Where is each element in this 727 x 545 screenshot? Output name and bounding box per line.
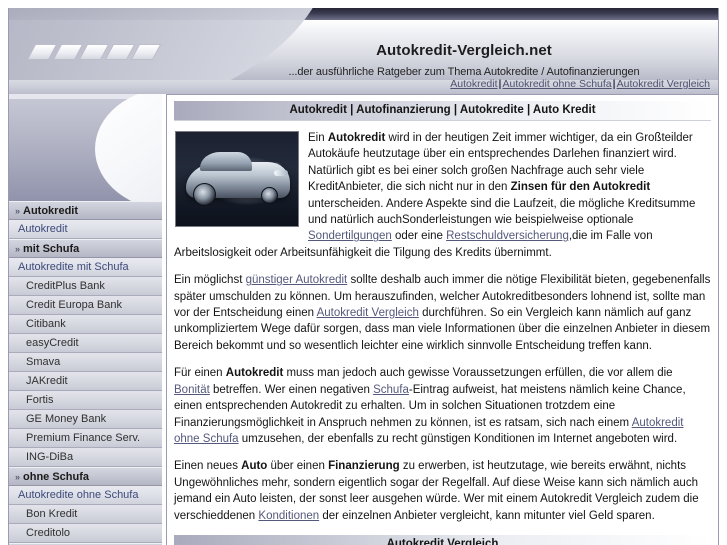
car-cabin-shape: [200, 152, 252, 171]
link-guenstiger-autokredit[interactable]: günstiger Autokredit: [246, 274, 348, 286]
p3-t5: umzusehen, der ebenfalls zu recht günsti…: [238, 432, 678, 445]
sidebar-item-premium-finance-serv[interactable]: Premium Finance Serv.: [9, 429, 162, 448]
page-title: Autokredit | Autofinanzierung | Autokred…: [174, 101, 711, 121]
chevron-right-icon: »: [15, 472, 21, 482]
header-stripes-decoration: [26, 44, 191, 60]
car-photo: [175, 131, 299, 227]
link-sondertilgungen[interactable]: Sondertilgungen: [308, 230, 392, 242]
intro-section: Ein Autokredit wird in der heutigen Zeit…: [174, 130, 711, 261]
car-headlight: [274, 170, 288, 176]
sidebar-group-label: Autokredit: [23, 205, 79, 217]
site-tagline: ...der ausführliche Ratgeber zum Thema A…: [288, 66, 640, 78]
sidebar-item-bon-kredit[interactable]: Bon Kredit: [9, 505, 162, 524]
header-nav-links: Autokredit|Autokredit ohne Schufa|Autokr…: [450, 78, 710, 90]
sidebar-item-jakredit[interactable]: JAKredit: [9, 372, 162, 391]
content-clearer: [174, 261, 711, 272]
header-banner: Autokredit-Vergleich.net ...der ausführl…: [9, 8, 718, 94]
sidebar-item-autokredite-ohne-schufa[interactable]: Autokredite ohne Schufa: [9, 486, 162, 505]
p4-t2: über einen: [267, 460, 329, 473]
p3-t1: Für einen: [174, 367, 226, 380]
link-konditionen[interactable]: Konditionen: [258, 510, 319, 522]
sidebar-item-ing-diba[interactable]: ING-DiBa: [9, 448, 162, 467]
link-schufa[interactable]: Schufa: [373, 384, 409, 396]
p4-b2: Finanzierung: [328, 460, 400, 473]
p1-t3: unterscheiden. Andere Aspekte sind die L…: [308, 197, 696, 227]
car-rear-wheel: [261, 187, 278, 204]
p1-t1: Ein: [308, 132, 328, 144]
sidebar-item-autokredite-mit-schufa[interactable]: Autokredite mit Schufa: [9, 258, 162, 277]
paragraph-4: Einen neues Auto über einen Finanzierung…: [174, 458, 711, 524]
site-header: Autokredit-Vergleich.net ...der ausführl…: [8, 8, 719, 94]
p3-b1: Autokredit: [225, 367, 284, 380]
car-front-wheel: [193, 183, 216, 206]
link-autokredit-vergleich[interactable]: Autokredit Vergleich: [317, 307, 419, 319]
header-nav-bar: Autokredit|Autokredit ohne Schufa|Autokr…: [9, 78, 718, 94]
sidebar-decoration-circle: [95, 94, 162, 201]
table-title: Autokredit Vergleich: [174, 534, 711, 545]
page-root: Autokredit-Vergleich.net ...der ausführl…: [0, 0, 727, 545]
p2-t1: Ein möglichst: [174, 274, 246, 287]
sidebar-item-creditplus-bank[interactable]: CreditPlus Bank: [9, 277, 162, 296]
sidebar-item-easycredit[interactable]: easyCredit: [9, 334, 162, 353]
paragraph-2: Ein möglichst günstiger Autokredit sollt…: [174, 272, 711, 354]
sidebar: » Autokredit Autokredit » mit Schufa Autok…: [8, 94, 162, 545]
p1-t4: oder eine: [391, 230, 447, 243]
p1-b1: Autokredit: [327, 132, 386, 144]
link-bonitaet[interactable]: Bonität: [174, 384, 210, 396]
main-content: Autokredit | Autofinanzierung | Autokred…: [166, 94, 719, 545]
sidebar-item-citibank[interactable]: Citibank: [9, 315, 162, 334]
sidebar-item-creditolo[interactable]: Creditolo: [9, 524, 162, 543]
sidebar-group-label: mit Schufa: [23, 243, 80, 255]
sidebar-nav: » Autokredit Autokredit » mit Schufa Autok…: [9, 201, 162, 545]
sidebar-item-credit-europa-bank[interactable]: Credit Europa Bank: [9, 296, 162, 315]
nav-link-autokredit-vergleich[interactable]: Autokredit Vergleich: [617, 78, 710, 90]
sidebar-group-ohne-schufa[interactable]: » ohne Schufa: [9, 467, 162, 486]
sidebar-item-ge-money-bank[interactable]: GE Money Bank: [9, 410, 162, 429]
nav-link-autokredit-ohne-schufa[interactable]: Autokredit ohne Schufa: [502, 78, 611, 90]
sidebar-group-label: ohne Schufa: [23, 471, 90, 483]
site-title: Autokredit-Vergleich.net: [376, 42, 552, 59]
p4-t1: Einen neues: [174, 460, 242, 473]
p3-t3: betreffen. Wer einen negativen: [209, 383, 374, 396]
sidebar-item-autokredit[interactable]: Autokredit: [9, 220, 162, 239]
nav-link-autokredit[interactable]: Autokredit: [450, 78, 497, 90]
link-restschuldversicherung[interactable]: Restschuldversicherung: [446, 230, 569, 242]
sidebar-decoration: [9, 94, 162, 201]
p3-t2: muss man jedoch auch gewisse Voraussetzu…: [283, 367, 673, 380]
sidebar-group-autokredit[interactable]: » Autokredit: [9, 201, 162, 220]
p4-t4: der einzelnen Anbieter vergleicht, kann …: [319, 509, 655, 522]
chevron-right-icon: »: [15, 206, 21, 216]
sidebar-group-mit-schufa[interactable]: » mit Schufa: [9, 239, 162, 258]
sidebar-item-smava[interactable]: Smava: [9, 353, 162, 372]
paragraph-3: Für einen Autokredit muss man jedoch auc…: [174, 365, 711, 447]
p1-b2: Zinsen für den Autokredit: [510, 181, 651, 194]
chevron-right-icon: »: [15, 244, 21, 254]
header-text-block: Autokredit-Vergleich.net ...der ausführl…: [229, 42, 699, 78]
sidebar-item-fortis[interactable]: Fortis: [9, 391, 162, 410]
p4-b1: Auto: [241, 460, 268, 473]
